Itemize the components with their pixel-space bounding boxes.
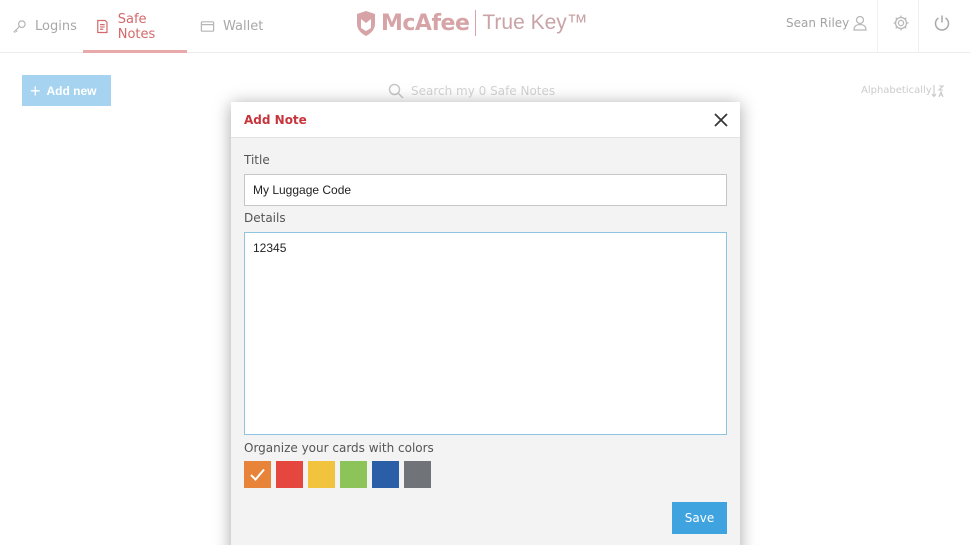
sort-label[interactable]: Alphabetically [861, 85, 932, 96]
tab-wallet-label: Wallet [223, 19, 264, 34]
dialog-header: Add Note [231, 102, 740, 138]
settings-gear-icon[interactable] [892, 14, 910, 32]
divider [918, 0, 919, 53]
sort-az-icon[interactable] [931, 84, 945, 98]
color-swatch-yellow[interactable] [308, 461, 335, 488]
brand-logo: McAfee True Key™ [355, 7, 588, 39]
dialog-title: Add Note [244, 113, 307, 127]
power-logout-icon[interactable] [933, 14, 951, 32]
search-icon [388, 83, 404, 99]
add-new-button[interactable]: + Add new [22, 75, 111, 106]
tab-logins-label: Logins [35, 19, 77, 34]
color-swatch-blue[interactable] [372, 461, 399, 488]
tab-wallet[interactable]: Wallet [200, 0, 263, 53]
color-swatch-red[interactable] [276, 461, 303, 488]
close-icon[interactable] [713, 112, 729, 128]
user-name[interactable]: Sean Riley [786, 16, 849, 30]
note-icon [97, 19, 108, 34]
colors-label: Organize your cards with colors [244, 441, 434, 455]
details-field-label: Details [244, 211, 286, 225]
tab-safe-notes-label: Safe Notes [117, 11, 156, 42]
title-field-label: Title [244, 153, 270, 167]
add-note-dialog: Add Note Title Details 12345 Organize yo… [231, 102, 740, 545]
color-swatch-green[interactable] [340, 461, 367, 488]
top-navigation-bar: Logins Safe Notes Wallet McAfee True Key… [0, 0, 970, 53]
mcafee-shield-icon [357, 10, 375, 36]
brand-divider [475, 10, 477, 36]
details-textarea[interactable]: 12345 [244, 232, 727, 435]
divider [877, 0, 878, 53]
plus-icon: + [30, 80, 41, 101]
color-swatch-group [244, 461, 431, 488]
add-new-label: Add new [46, 83, 97, 98]
brand-name: McAfee [381, 10, 470, 36]
tab-safe-notes[interactable]: Safe Notes [83, 0, 187, 53]
color-swatch-gray[interactable] [404, 461, 431, 488]
user-profile-icon[interactable] [851, 14, 869, 32]
product-name: True Key™ [482, 11, 588, 34]
search-input[interactable] [411, 82, 611, 100]
tab-logins[interactable]: Logins [12, 0, 77, 53]
checkmark-icon [250, 468, 265, 481]
key-icon [13, 20, 26, 34]
color-swatch-orange[interactable] [244, 461, 271, 488]
save-button[interactable]: Save [672, 502, 727, 534]
wallet-icon [200, 21, 215, 32]
title-input[interactable] [244, 174, 727, 206]
